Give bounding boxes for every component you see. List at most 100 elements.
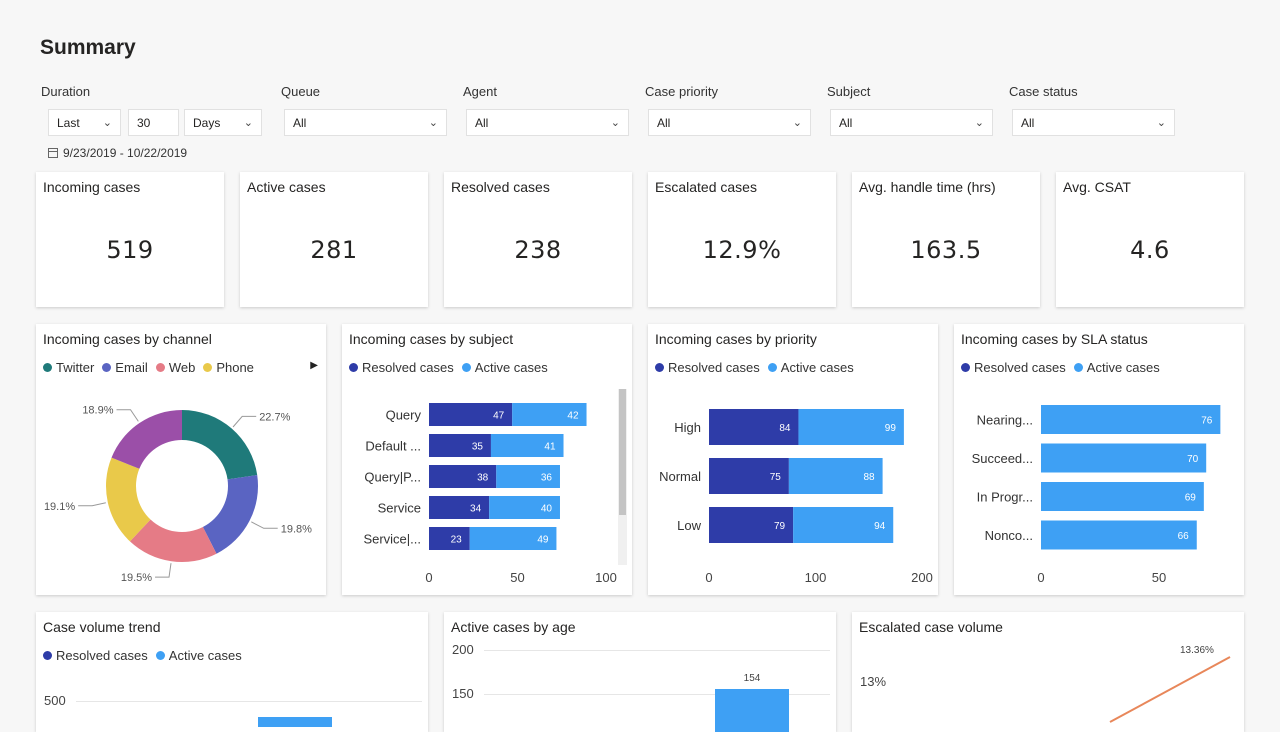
x-tick-label: 0 (425, 570, 432, 585)
chevron-down-icon: ⌄ (428, 117, 438, 129)
kpi-title: Resolved cases (451, 179, 550, 195)
data-label: 47 (493, 411, 505, 422)
data-label: 70 (1187, 454, 1199, 465)
queue-value: All (293, 115, 307, 130)
volume-trend-card[interactable]: Case volume trend Resolved cases Active … (36, 612, 428, 732)
chevron-down-icon: ⌄ (243, 117, 253, 129)
category-label: Query (386, 408, 422, 423)
chevron-down-icon: ⌄ (1156, 117, 1166, 129)
sla-chart-card[interactable]: Incoming cases by SLA status Resolved ca… (954, 324, 1244, 595)
date-range: 9/23/2019 - 10/22/2019 (48, 146, 187, 160)
slice-label: 19.5% (121, 572, 152, 584)
bar (429, 527, 470, 550)
data-label: 94 (874, 521, 886, 532)
kpi-value: 281 (310, 236, 358, 264)
donut-slice (202, 475, 258, 554)
duration-label: Duration (41, 84, 91, 99)
kpi-value: 519 (106, 236, 154, 264)
x-tick-label: 200 (911, 570, 933, 585)
slice-label: 19.1% (44, 501, 75, 513)
data-label: 99 (885, 423, 897, 434)
escalated-volume-card[interactable]: Escalated case volume 13% 13.36% (852, 612, 1244, 732)
data-label: 79 (774, 521, 786, 532)
agent-select[interactable]: All ⌄ (466, 109, 629, 136)
kpi-card-csat[interactable]: Avg. CSAT 4.6 (1056, 172, 1244, 307)
priority-select[interactable]: All ⌄ (648, 109, 811, 136)
data-label: 75 (770, 472, 782, 483)
legend-item[interactable]: Active cases (155, 648, 242, 663)
kpi-card-active[interactable]: Active cases 281 (240, 172, 428, 307)
channel-chart-card[interactable]: Incoming cases by channel Twitter Email … (36, 324, 326, 595)
kpi-card-handle-time[interactable]: Avg. handle time (hrs) 163.5 (852, 172, 1040, 307)
bar (1041, 405, 1221, 434)
subject-label: Subject (827, 84, 871, 99)
data-label: 40 (541, 504, 553, 515)
donut-slice (111, 410, 182, 469)
chart-legend: Resolved cases Active cases (43, 648, 242, 663)
duration-amount-input[interactable]: 30 (128, 109, 179, 136)
scrollbar-thumb[interactable] (619, 389, 626, 515)
duration-unit-value: Days (193, 115, 221, 130)
x-tick-label: 100 (805, 570, 827, 585)
kpi-value: 163.5 (910, 236, 982, 264)
data-label: 49 (537, 535, 549, 546)
kpi-title: Avg. CSAT (1063, 179, 1131, 195)
y-tick-label: 500 (44, 693, 66, 708)
subject-bar-chart: Query 47 42 Default ... 35 41 Query|P... 38 36 Se… (363, 403, 617, 585)
slice-label: 19.8% (281, 523, 312, 535)
category-label: Service (378, 501, 421, 516)
subject-select[interactable]: All ⌄ (830, 109, 993, 136)
bar (715, 689, 789, 732)
subject-value: All (839, 115, 853, 130)
donut-slice (182, 410, 258, 480)
bar (1041, 443, 1207, 473)
kpi-card-resolved[interactable]: Resolved cases 238 (444, 172, 632, 307)
data-label: 34 (470, 504, 482, 515)
category-label: Default ... (365, 439, 421, 454)
scrollbar-track[interactable] (618, 389, 627, 565)
duration-mode-value: Last (57, 115, 80, 130)
queue-select[interactable]: All ⌄ (284, 109, 447, 136)
legend-label: Resolved cases (56, 648, 148, 663)
kpi-card-incoming[interactable]: Incoming cases 519 (36, 172, 224, 307)
kpi-title: Incoming cases (43, 179, 141, 195)
legend-item[interactable]: Resolved cases (43, 648, 148, 663)
chevron-down-icon: ⌄ (974, 117, 984, 129)
duration-amount-value: 30 (137, 115, 151, 130)
subject-chart-card[interactable]: Incoming cases by subject Resolved cases… (342, 324, 632, 595)
data-label: 36 (541, 473, 553, 484)
priority-bar-chart: High 84 99 Normal 75 88 Low 79 94 0 100 200 (659, 409, 933, 585)
kpi-title: Avg. handle time (hrs) (859, 179, 996, 195)
data-label: 23 (451, 535, 463, 546)
chart-title: Active cases by age (451, 619, 576, 635)
status-select[interactable]: All ⌄ (1012, 109, 1175, 136)
category-label: In Progr... (977, 490, 1033, 505)
legend-swatch (155, 651, 165, 660)
x-tick-label: 50 (510, 570, 524, 585)
duration-mode-select[interactable]: Last ⌄ (48, 109, 121, 136)
data-label: 38 (477, 473, 489, 484)
data-label: 42 (567, 411, 579, 422)
category-label: Normal (659, 469, 701, 484)
category-label: Service|... (363, 532, 421, 547)
series-line (1109, 656, 1231, 723)
duration-unit-select[interactable]: Days ⌄ (184, 109, 262, 136)
priority-value: All (657, 115, 671, 130)
kpi-value: 4.6 (1130, 236, 1170, 264)
gridline (484, 650, 830, 651)
category-label: Query|P... (364, 470, 421, 485)
data-label: 76 (1201, 416, 1213, 427)
category-label: Nearing... (977, 413, 1033, 428)
category-label: Succeed... (972, 451, 1033, 466)
kpi-title: Escalated cases (655, 179, 757, 195)
category-label: High (674, 420, 701, 435)
data-label: 35 (472, 442, 484, 453)
data-label: 69 (1185, 493, 1197, 504)
cases-by-age-card[interactable]: Active cases by age 200 150 154 (444, 612, 836, 732)
chevron-down-icon: ⌄ (792, 117, 802, 129)
leader-line (251, 521, 278, 529)
y-tick-label: 200 (452, 642, 474, 657)
priority-chart-card[interactable]: Incoming cases by priority Resolved case… (648, 324, 938, 595)
gridline (76, 701, 422, 702)
kpi-card-escalated[interactable]: Escalated cases 12.9% (648, 172, 836, 307)
